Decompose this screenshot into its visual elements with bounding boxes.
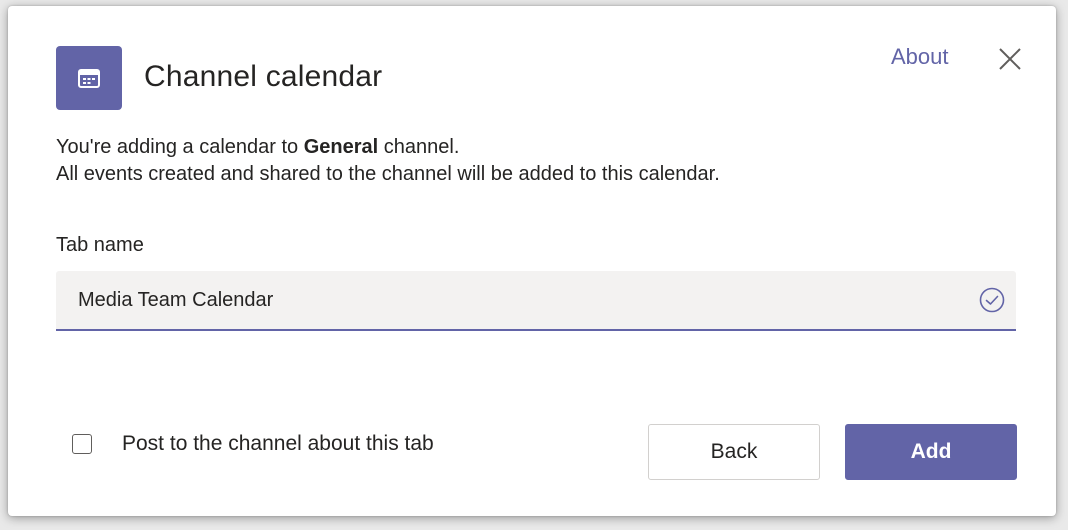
calendar-icon [56, 46, 122, 110]
description-line-1: You're adding a calendar to General chan… [56, 136, 460, 158]
channel-calendar-dialog: Channel calendar About You're adding a c… [8, 6, 1056, 516]
about-link[interactable]: About [891, 44, 949, 70]
post-to-channel-option[interactable]: Post to the channel about this tab [72, 432, 434, 456]
dialog-title: Channel calendar [144, 60, 383, 93]
dialog-description: You're adding a calendar to General chan… [56, 134, 720, 188]
channel-name: General [303, 136, 379, 158]
post-to-channel-label: Post to the channel about this tab [122, 432, 434, 455]
tab-name-field [56, 271, 1016, 331]
tab-name-label: Tab name [56, 234, 144, 256]
description-line-2: All events created and shared to the cha… [56, 163, 720, 185]
post-to-channel-checkbox[interactable] [72, 434, 92, 454]
back-button[interactable]: Back [648, 424, 820, 480]
check-circle-icon [979, 287, 1005, 313]
close-icon [999, 48, 1021, 70]
close-button[interactable] [994, 43, 1026, 75]
tab-name-input[interactable] [56, 271, 978, 329]
add-button[interactable]: Add [845, 424, 1017, 480]
